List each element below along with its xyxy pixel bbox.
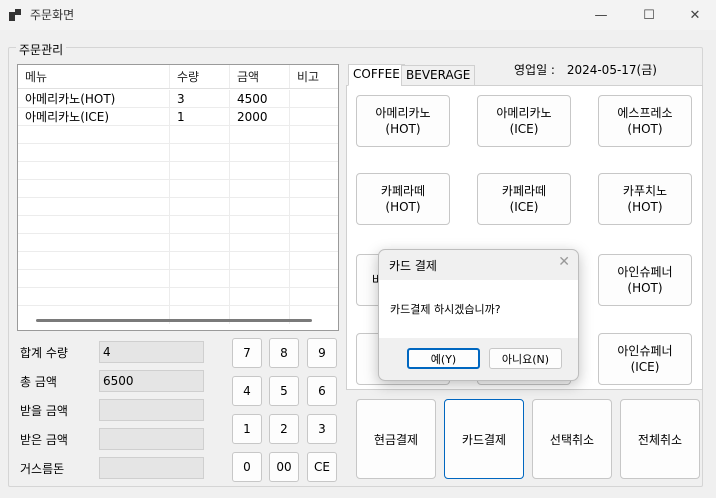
menu-button-espresso-hot[interactable]: 에스프레소 (HOT) [598, 95, 692, 147]
change-label: 거스름돈 [20, 462, 65, 476]
total-qty-label: 합계 수량 [20, 346, 68, 360]
menu-button-einspanner-ice[interactable]: 아인슈페너 (ICE) [598, 333, 692, 385]
key-5[interactable]: 5 [269, 376, 299, 406]
dialog-close-icon[interactable]: ✕ [558, 254, 570, 270]
menu-button-label: 에스프레소 [617, 106, 673, 120]
tab-coffee[interactable]: COFFEE [348, 64, 405, 86]
menu-button-latte-ice[interactable]: 카페라떼 (ICE) [477, 173, 571, 225]
horizontal-scrollbar[interactable] [36, 319, 312, 322]
empty-row [18, 144, 338, 162]
menu-button-americano-ice[interactable]: 아메리카노 (ICE) [477, 95, 571, 147]
dialog-body: 카드결제 하시겠습니까? [379, 280, 578, 338]
group-label: 주문관리 [16, 41, 67, 58]
menu-button-label: 아인슈페너 [617, 344, 673, 358]
menu-button-sub: (HOT) [627, 281, 663, 295]
dialog-yes-button[interactable]: 예(Y) [407, 348, 480, 369]
menu-button-label: 카푸치노 [622, 184, 668, 198]
column-header-amount[interactable]: 금액 [230, 65, 290, 88]
column-header-note[interactable]: 비고 [290, 65, 338, 88]
key-0[interactable]: 0 [232, 452, 262, 482]
cell-note [290, 108, 338, 125]
table-row[interactable]: 아메리카노(ICE) 1 2000 [18, 108, 338, 126]
empty-row [18, 288, 338, 306]
cancel-selected-button[interactable]: 선택취소 [532, 399, 612, 479]
minimize-button[interactable]: — [578, 0, 624, 30]
empty-row [18, 270, 338, 288]
cell-amount: 4500 [230, 90, 290, 107]
menu-button-sub: (ICE) [509, 122, 539, 136]
menu-button-label: 아인슈페너 [617, 265, 673, 279]
menu-button-einspanner-hot[interactable]: 아인슈페너 (HOT) [598, 254, 692, 306]
received-field[interactable] [99, 428, 204, 450]
empty-row [18, 252, 338, 270]
total-amount-field[interactable]: 6500 [99, 370, 204, 392]
grid-header: 메뉴 수량 금액 비고 [18, 65, 338, 89]
menu-button-label: 카페라떼 [380, 184, 426, 198]
key-6[interactable]: 6 [307, 376, 337, 406]
key-1[interactable]: 1 [232, 414, 262, 444]
key-ce[interactable]: CE [307, 452, 337, 482]
business-date-label: 영업일 : [514, 63, 555, 77]
empty-row [18, 216, 338, 234]
key-3[interactable]: 3 [307, 414, 337, 444]
menu-button-americano-hot[interactable]: 아메리카노 (HOT) [356, 95, 450, 147]
app-icon [9, 9, 21, 21]
total-amount-label: 총 금액 [20, 375, 57, 389]
key-00[interactable]: 00 [269, 452, 299, 482]
key-7[interactable]: 7 [232, 338, 262, 368]
table-row[interactable]: 아메리카노(HOT) 3 4500 [18, 90, 338, 108]
title-bar: 주문화면 — ☐ ✕ [0, 0, 716, 30]
window-title: 주문화면 [30, 8, 75, 22]
dialog-no-button[interactable]: 아니요(N) [489, 348, 562, 369]
menu-button-sub: (HOT) [385, 200, 421, 214]
cell-amount: 2000 [230, 108, 290, 125]
key-4[interactable]: 4 [232, 376, 262, 406]
change-field[interactable] [99, 457, 204, 479]
menu-button-sub: (HOT) [627, 122, 663, 136]
cell-qty: 1 [170, 108, 230, 125]
key-8[interactable]: 8 [269, 338, 299, 368]
close-button[interactable]: ✕ [672, 0, 716, 30]
maximize-button[interactable]: ☐ [626, 0, 672, 30]
business-date: 영업일 : 2024-05-17(금) [514, 61, 657, 78]
dialog-title: 카드 결제 [389, 259, 437, 273]
empty-row [18, 180, 338, 198]
menu-button-label: 카페라떼 [501, 184, 547, 198]
menu-button-label: 아메리카노 [496, 106, 552, 120]
menu-button-label: 아메리카노 [375, 106, 431, 120]
business-date-value: 2024-05-17(금) [566, 63, 657, 77]
total-qty-field[interactable]: 4 [99, 341, 204, 363]
to-receive-label: 받을 금액 [20, 404, 68, 418]
to-receive-field[interactable] [99, 399, 204, 421]
menu-button-sub: (ICE) [630, 360, 660, 374]
column-header-menu[interactable]: 메뉴 [18, 65, 170, 88]
cell-note [290, 90, 338, 107]
menu-button-sub: (HOT) [627, 200, 663, 214]
empty-row [18, 162, 338, 180]
empty-row [18, 234, 338, 252]
column-header-qty[interactable]: 수량 [170, 65, 230, 88]
empty-row [18, 198, 338, 216]
cell-menu: 아메리카노(ICE) [18, 108, 170, 125]
menu-button-sub: (ICE) [509, 200, 539, 214]
dialog-message: 카드결제 하시겠습니까? [390, 303, 501, 316]
cash-payment-button[interactable]: 현금결제 [356, 399, 436, 479]
cell-menu: 아메리카노(HOT) [18, 90, 170, 107]
key-9[interactable]: 9 [307, 338, 337, 368]
menu-button-sub: (HOT) [385, 122, 421, 136]
menu-button-cappuccino-hot[interactable]: 카푸치노 (HOT) [598, 173, 692, 225]
tab-beverage[interactable]: BEVERAGE [401, 65, 476, 86]
key-2[interactable]: 2 [269, 414, 299, 444]
menu-button-latte-hot[interactable]: 카페라떼 (HOT) [356, 173, 450, 225]
cell-qty: 3 [170, 90, 230, 107]
card-payment-dialog: 카드 결제 ✕ 카드결제 하시겠습니까? 예(Y) 아니요(N) [378, 249, 579, 381]
order-grid[interactable]: 메뉴 수량 금액 비고 아메리카노(HOT) 3 4500 아메리카노(ICE)… [17, 64, 339, 331]
empty-row [18, 126, 338, 144]
received-label: 받은 금액 [20, 433, 68, 447]
cancel-all-button[interactable]: 전체취소 [620, 399, 700, 479]
card-payment-button[interactable]: 카드결제 [444, 399, 524, 479]
